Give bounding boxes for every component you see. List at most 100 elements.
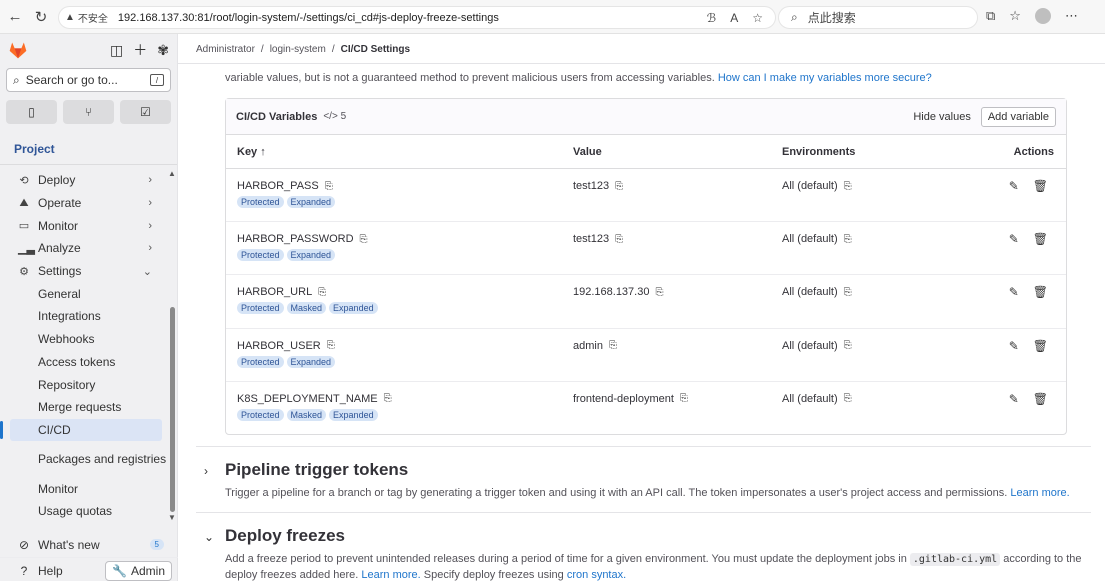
profile-avatar[interactable]: [1034, 8, 1051, 24]
help-button[interactable]: ? Help 🔧 Admin: [0, 558, 178, 584]
admin-button[interactable]: 🔧 Admin: [105, 561, 172, 581]
variable-environment: All (default): [782, 339, 838, 352]
copy-icon[interactable]: ⎘: [615, 181, 623, 192]
copy-icon[interactable]: ⎘: [325, 181, 333, 192]
todo-icon[interactable]: ☑: [120, 100, 171, 124]
divider: [178, 63, 1105, 64]
delete-icon[interactable]: 🗑: [1033, 339, 1048, 353]
scroll-down-icon[interactable]: ▼: [168, 513, 176, 522]
masked-badge: Masked: [286, 302, 327, 315]
sidebar-item-deploy[interactable]: ⟲ Deploy ›: [0, 169, 168, 192]
variable-value: test123: [573, 233, 610, 246]
sidebar-subitem-webhooks[interactable]: Webhooks: [0, 328, 168, 351]
copy-icon[interactable]: ⎘: [844, 181, 852, 192]
hide-values-button[interactable]: Hide values: [913, 111, 970, 123]
add-variable-button[interactable]: Add variable: [980, 106, 1056, 127]
sidebar-subitem-access-tokens[interactable]: Access tokens: [0, 351, 168, 374]
sidebar-scrollbar[interactable]: ▲ ▼: [168, 169, 176, 524]
cron-syntax-link[interactable]: cron syntax.: [567, 569, 626, 581]
breadcrumb-item-administrator[interactable]: Administrator: [196, 44, 255, 55]
merge-requests-icon[interactable]: ⑂: [63, 100, 114, 124]
learn-more-link[interactable]: Learn more.: [1010, 487, 1069, 499]
copy-icon[interactable]: ⎘: [680, 393, 688, 404]
copy-icon[interactable]: ⎘: [844, 287, 852, 298]
table-row: HARBOR_PASS ⎘ Protected Expanded test123 ⎘ …: [226, 169, 1066, 223]
toggle-sidebar-icon[interactable]: ◫: [110, 42, 123, 59]
sidebar-item-analyze[interactable]: ▁▃ Analyze ›: [0, 237, 168, 260]
sidebar-subitem-packages-registries[interactable]: Packages and registries: [0, 441, 168, 477]
sidebar-subitem-repository[interactable]: Repository: [0, 373, 168, 396]
copy-icon[interactable]: ⎘: [360, 234, 368, 245]
scrollbar-thumb[interactable]: [170, 307, 175, 512]
delete-icon[interactable]: 🗑: [1033, 232, 1048, 246]
edit-icon[interactable]: ✎: [1009, 179, 1019, 193]
copy-icon[interactable]: ⎘: [615, 234, 623, 245]
sidebar-subitem-cicd[interactable]: CI/CD: [0, 418, 162, 442]
sidebar-subitem-usage-quotas[interactable]: Usage quotas: [0, 500, 168, 523]
sidebar-item-operate[interactable]: ⛰ Operate ›: [0, 192, 168, 215]
breadcrumb-separator: /: [260, 44, 264, 55]
edit-icon[interactable]: ✎: [1009, 392, 1019, 406]
learn-more-link[interactable]: Learn more.: [361, 569, 420, 581]
column-header-key[interactable]: Key ↑: [237, 146, 266, 158]
security-warning[interactable]: ▲ 不安全: [65, 10, 108, 25]
copy-icon[interactable]: ⎘: [318, 287, 326, 298]
delete-icon[interactable]: 🗑: [1033, 179, 1048, 193]
expanded-badge: Expanded: [286, 249, 336, 262]
copy-icon[interactable]: ⎘: [844, 234, 852, 245]
copy-icon[interactable]: ⎘: [327, 340, 335, 351]
sidebar-subitem-integrations[interactable]: Integrations: [0, 305, 168, 328]
sidebar-subitem-general[interactable]: General: [0, 282, 168, 305]
section-title-deploy-freezes[interactable]: Deploy freezes: [225, 526, 345, 546]
sidebar-menu: ⟲ Deploy › ⛰ Operate › ▭ Monitor › ▁▃ Analyze › …: [0, 169, 168, 523]
section-title-pipeline-trigger[interactable]: Pipeline trigger tokens: [225, 460, 408, 480]
copy-icon[interactable]: ⎘: [609, 340, 617, 351]
copy-icon[interactable]: ⎘: [384, 393, 392, 404]
issues-icon[interactable]: ▯: [6, 100, 57, 124]
pipeline-trigger-section: › Pipeline trigger tokens Trigger a pipe…: [196, 460, 1091, 510]
breadcrumb-item-project[interactable]: login-system: [270, 44, 326, 55]
delete-icon[interactable]: 🗑: [1033, 285, 1048, 299]
browser-search-box[interactable]: ⌕ 点此搜索: [778, 6, 978, 29]
address-bar[interactable]: ▲ 不安全 192.168.137.30:81/root/login-system…: [58, 6, 776, 29]
sidebar-subitem-monitor[interactable]: Monitor: [0, 477, 168, 500]
plus-icon[interactable]: ＋: [133, 40, 147, 60]
edit-icon[interactable]: ✎: [1009, 285, 1019, 299]
divider: [196, 446, 1091, 447]
chevron-right-icon[interactable]: ›: [204, 464, 208, 478]
breadcrumb-item-current[interactable]: CI/CD Settings: [341, 44, 410, 55]
user-avatar-icon[interactable]: ✾: [157, 42, 169, 59]
reload-icon[interactable]: ↻: [30, 6, 52, 28]
copy-icon[interactable]: ⎘: [655, 287, 663, 298]
delete-icon[interactable]: 🗑: [1033, 392, 1048, 406]
favorite-star-icon[interactable]: ☆: [752, 11, 763, 25]
variable-key: HARBOR_USER: [237, 339, 321, 352]
breadcrumb-separator: /: [331, 44, 335, 55]
read-aloud-icon[interactable]: ℬ: [707, 11, 716, 25]
variable-key: K8S_DEPLOYMENT_NAME: [237, 392, 378, 405]
breadcrumb: Administrator / login-system / CI/CD Set…: [196, 44, 410, 55]
sidebar-item-settings[interactable]: ⚙ Settings ⌄: [0, 260, 168, 283]
extensions-icon[interactable]: ⧉: [986, 8, 995, 24]
favorites-icon[interactable]: ☆: [1009, 8, 1021, 24]
sidebar-subitem-merge-requests[interactable]: Merge requests: [0, 396, 168, 419]
code-snippet: .gitlab-ci.yml: [909, 553, 1001, 566]
edit-icon[interactable]: ✎: [1009, 339, 1019, 353]
monitor-icon: ▭: [18, 220, 30, 233]
whats-new-button[interactable]: ⊘ What's new 5: [0, 532, 178, 558]
gitlab-logo-icon[interactable]: [8, 40, 28, 60]
masked-badge: Masked: [286, 408, 327, 421]
chevron-down-icon[interactable]: ⌄: [204, 530, 214, 544]
scroll-up-icon[interactable]: ▲: [168, 169, 176, 178]
sidebar-item-monitor[interactable]: ▭ Monitor ›: [0, 214, 168, 237]
copy-icon[interactable]: ⎘: [844, 340, 852, 351]
search-input[interactable]: ⌕ Search or go to... /: [6, 68, 171, 92]
operate-icon: ⛰: [19, 196, 29, 209]
back-icon[interactable]: ←: [4, 6, 26, 28]
edit-icon[interactable]: ✎: [1009, 232, 1019, 246]
variables-security-link[interactable]: How can I make my variables more secure?: [718, 72, 932, 84]
text-size-icon[interactable]: A: [730, 11, 738, 25]
wrench-icon: 🔧: [112, 564, 127, 578]
more-icon[interactable]: ⋯: [1065, 8, 1078, 24]
copy-icon[interactable]: ⎘: [844, 393, 852, 404]
